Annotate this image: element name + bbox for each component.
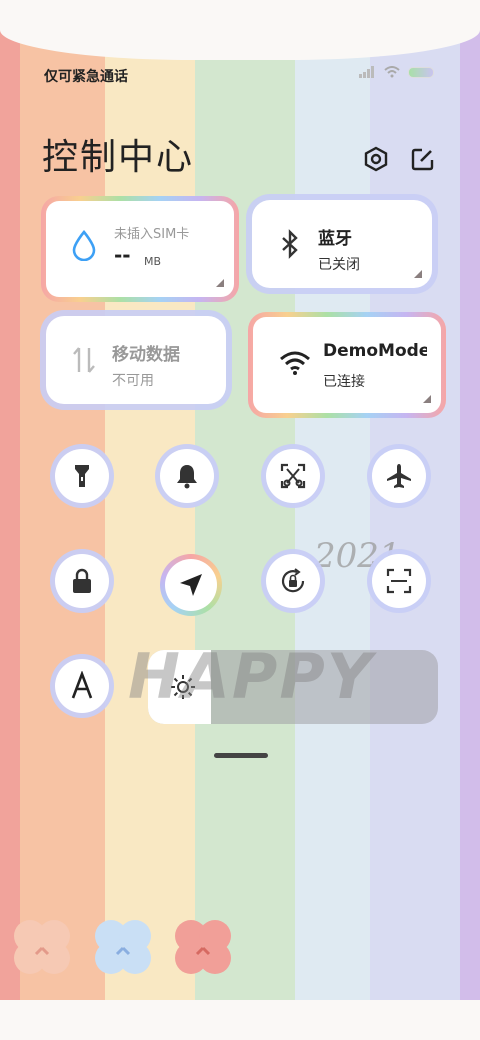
bluetooth-status: 已关闭 xyxy=(318,257,360,273)
top-frosting xyxy=(0,0,480,60)
flashlight-icon xyxy=(75,465,89,487)
location-icon xyxy=(180,574,202,596)
mobile-data-status: 不可用 xyxy=(112,373,154,389)
wifi-status: 已连接 xyxy=(323,374,365,390)
location-toggle[interactable] xyxy=(160,554,222,616)
water-drop-icon xyxy=(72,229,96,261)
battery-icon xyxy=(408,66,434,78)
bell-icon xyxy=(177,465,197,489)
status-carrier-text: 仅可紧急通话 xyxy=(44,69,128,85)
bluetooth-label: 蓝牙 xyxy=(318,229,352,249)
screenshot-toggle[interactable] xyxy=(266,449,320,503)
font-a-icon xyxy=(71,671,93,699)
page-title: 控制中心 xyxy=(42,137,195,178)
card-corner-indicator xyxy=(414,270,422,278)
sim-data-card[interactable]: 未插入SIM卡 -- MB xyxy=(41,196,239,302)
rotation-lock-toggle[interactable] xyxy=(266,554,320,608)
card-corner-indicator xyxy=(216,279,224,287)
settings-icon[interactable] xyxy=(363,146,389,172)
screenshot-icon xyxy=(280,463,306,489)
sim-status-text: 未插入SIM卡 xyxy=(114,227,190,242)
airplane-mode-toggle[interactable] xyxy=(372,449,426,503)
edit-icon[interactable] xyxy=(410,146,436,172)
lock-screen-toggle[interactable] xyxy=(55,554,109,608)
flower-decoration xyxy=(95,920,151,974)
scanner-toggle[interactable] xyxy=(372,554,426,608)
decor-happy-text: HAPPY xyxy=(128,640,374,713)
drag-handle[interactable] xyxy=(214,753,268,758)
mobile-data-label: 移动数据 xyxy=(112,345,180,365)
bottom-frosting xyxy=(0,1000,480,1040)
scan-icon xyxy=(386,568,412,594)
card-corner-indicator xyxy=(423,395,431,403)
wifi-icon xyxy=(280,351,310,375)
data-usage-value: -- xyxy=(114,243,131,267)
wifi-card[interactable]: DemoMode 已连接 xyxy=(248,312,446,418)
wifi-network-name: DemoMode xyxy=(323,341,427,361)
flower-decoration xyxy=(175,920,231,974)
bluetooth-icon xyxy=(282,229,298,259)
rotation-lock-icon xyxy=(281,568,305,593)
lock-icon xyxy=(73,568,91,593)
status-icons xyxy=(358,66,434,78)
mobile-data-icon xyxy=(73,347,95,373)
signal-icon xyxy=(359,66,374,78)
wifi-status-icon xyxy=(384,66,400,78)
flashlight-toggle[interactable] xyxy=(55,449,109,503)
flower-decoration xyxy=(14,920,70,974)
mobile-data-card[interactable]: 移动数据 不可用 xyxy=(46,316,226,404)
airplane-icon xyxy=(387,464,411,488)
data-usage-unit: MB xyxy=(144,255,162,268)
notification-toggle[interactable] xyxy=(160,449,214,503)
bluetooth-card[interactable]: 蓝牙 已关闭 xyxy=(252,200,432,288)
font-size-toggle[interactable] xyxy=(55,659,109,713)
